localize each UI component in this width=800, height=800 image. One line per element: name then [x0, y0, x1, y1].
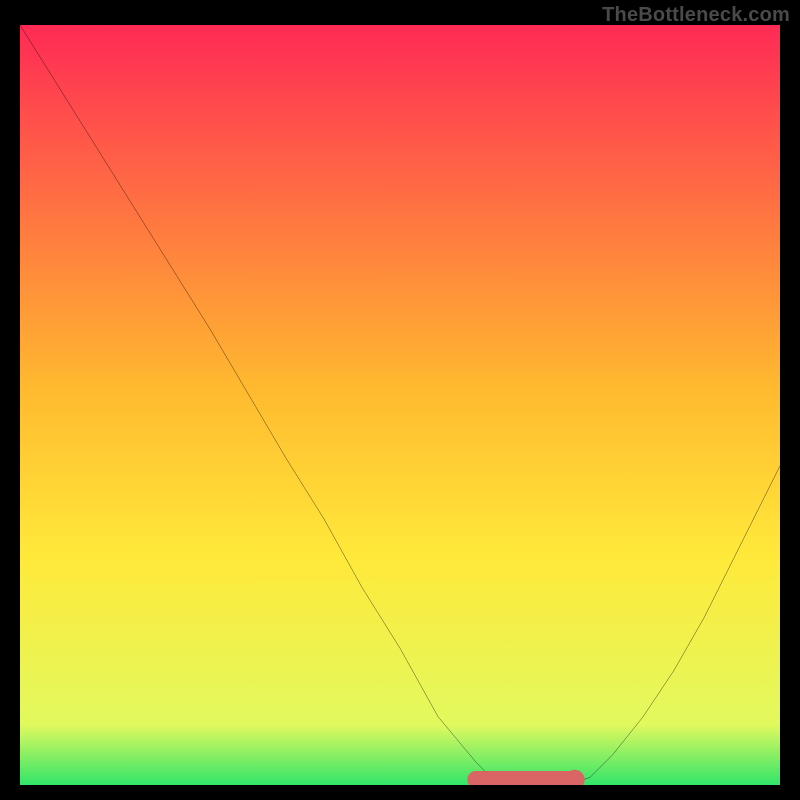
chart-frame: TheBottleneck.com: [0, 0, 800, 800]
plot-area: [20, 25, 780, 785]
gradient-background: [20, 25, 780, 785]
watermark-text: TheBottleneck.com: [602, 4, 790, 27]
chart-svg: [20, 25, 780, 785]
